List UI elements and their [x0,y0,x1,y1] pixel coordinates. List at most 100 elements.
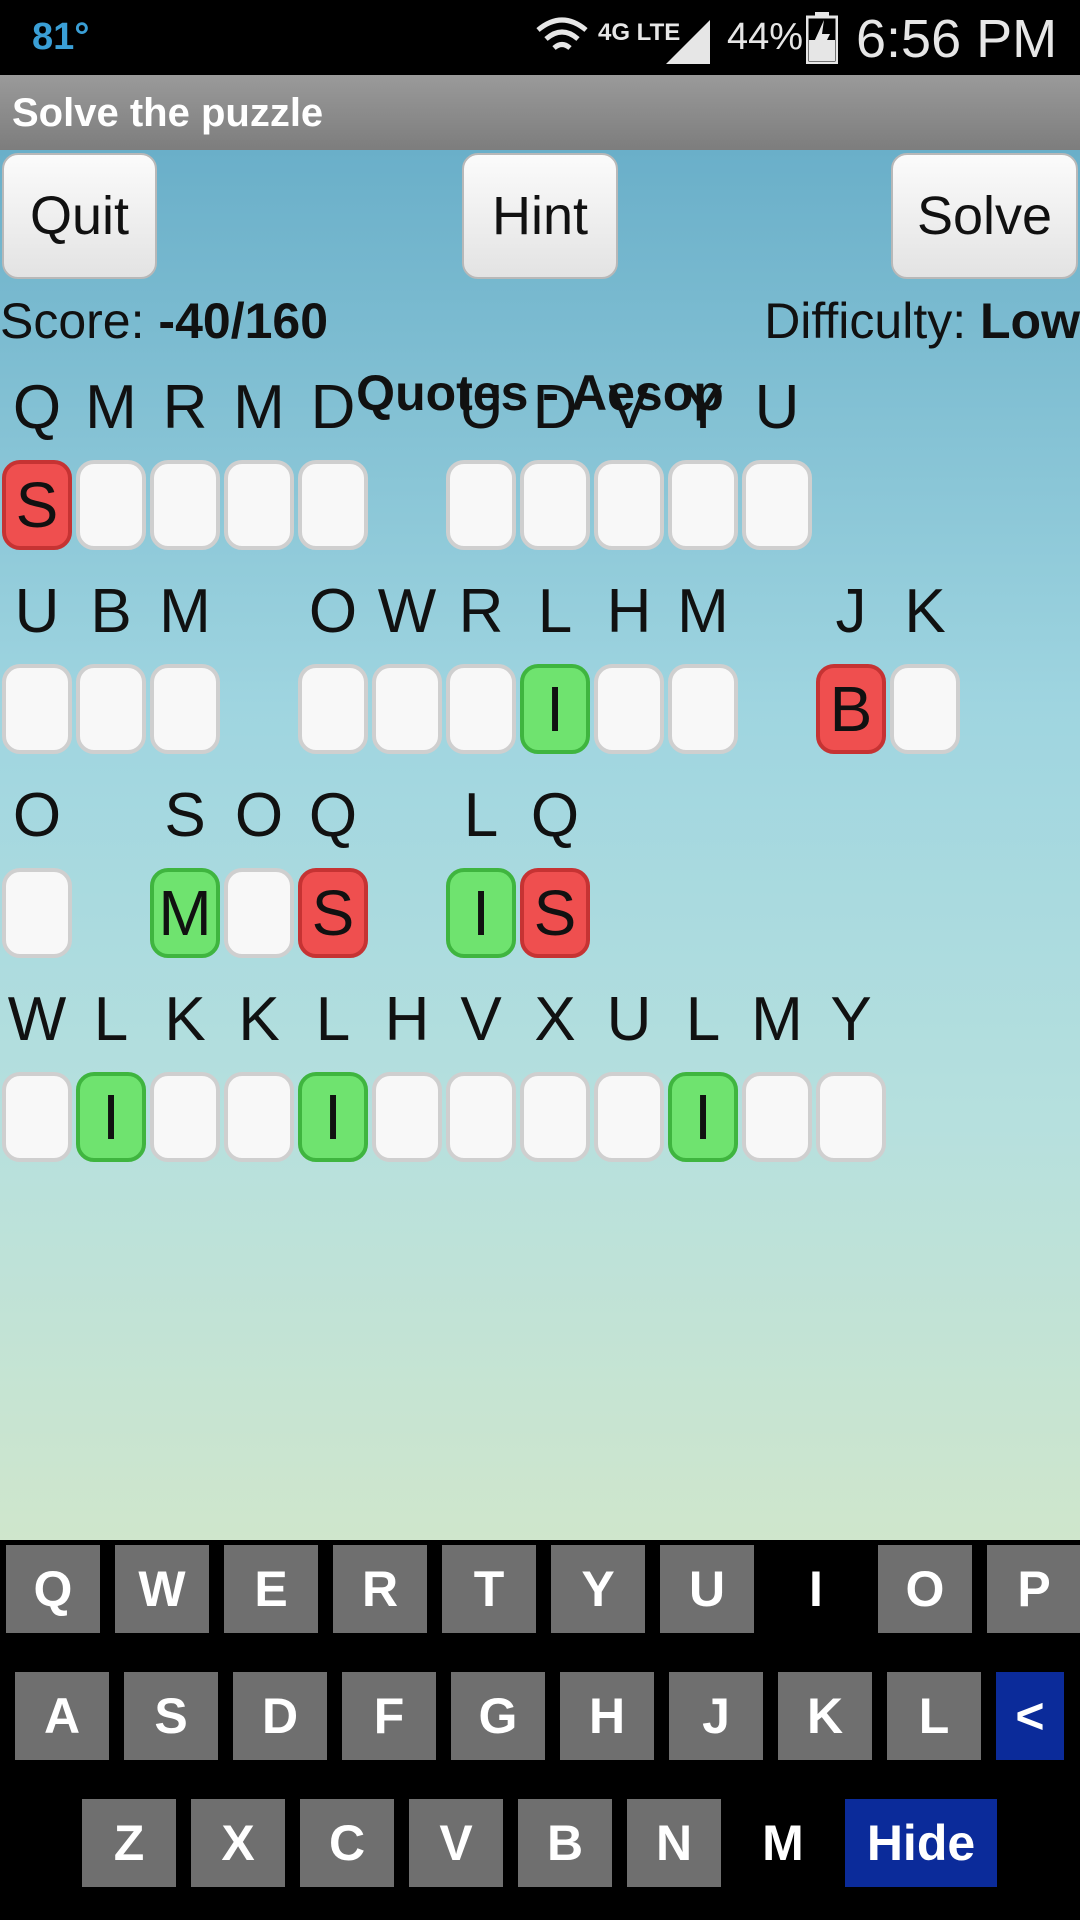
battery-charging-icon [806,12,838,64]
quit-button[interactable]: Quit [2,153,157,279]
answer-tile[interactable] [816,1072,886,1162]
answer-tile[interactable] [372,1072,442,1162]
answer-tile[interactable]: I [446,868,516,958]
key-m[interactable]: M [736,1799,830,1887]
answer-tile[interactable] [76,460,146,550]
cipher-letter: D [310,373,356,442]
score-label: Score: [0,293,145,349]
battery-percent: 44% [727,16,804,58]
cipher-letter: L [537,577,573,646]
key-u[interactable]: U [660,1545,754,1633]
hint-button[interactable]: Hint [462,153,618,279]
cipher-letter: M [751,985,803,1054]
answer-tile[interactable]: S [298,868,368,958]
answer-tile[interactable] [890,664,960,754]
cipher-letter: O [234,781,284,850]
cipher-letter: M [233,373,285,442]
key-n[interactable]: N [627,1799,721,1887]
answer-tile[interactable] [446,664,516,754]
wifi-icon [536,17,588,50]
cipher-letter: L [315,985,351,1054]
answer-tile[interactable] [298,664,368,754]
cipher-letter: L [685,985,721,1054]
cipher-letter: V [608,373,650,442]
hide-keyboard-key[interactable]: Hide [845,1799,997,1887]
answer-tile[interactable] [742,460,812,550]
answer-tile[interactable] [520,460,590,550]
answer-tile[interactable] [372,664,442,754]
key-s[interactable]: S [124,1672,218,1760]
key-e[interactable]: E [224,1545,318,1633]
answer-tile[interactable] [298,460,368,550]
key-w[interactable]: W [115,1545,209,1633]
answer-tile[interactable] [150,664,220,754]
answer-tile[interactable] [446,460,516,550]
answer-tile[interactable]: S [2,460,72,550]
answer-tile[interactable] [668,664,738,754]
key-z[interactable]: Z [82,1799,176,1887]
answer-tile[interactable] [224,1072,294,1162]
answer-tile[interactable]: I [298,1072,368,1162]
answer-tile[interactable] [594,460,664,550]
answer-tile[interactable] [150,460,220,550]
cipher-letter: M [677,577,729,646]
key-r[interactable]: R [333,1545,427,1633]
answer-tile[interactable] [594,1072,664,1162]
letter-keyboard: Q W E R T Y U I O P A S D F G H J K L < Z X C V B N M Hide [0,1540,1080,1920]
temperature-indicator: 81° [32,16,90,58]
cipher-letter: W [377,577,437,646]
answer-tile[interactable] [150,1072,220,1162]
key-v[interactable]: V [409,1799,503,1887]
key-p[interactable]: P [987,1545,1080,1633]
key-q[interactable]: Q [6,1545,100,1633]
backspace-key[interactable]: < [996,1672,1064,1760]
answer-tile[interactable] [224,460,294,550]
cipher-letter: V [460,985,502,1054]
key-y[interactable]: Y [551,1545,645,1633]
network-type: 4G LTE [598,19,680,46]
answer-tile[interactable]: S [520,868,590,958]
answer-tile[interactable]: I [668,1072,738,1162]
answer-tile[interactable] [520,1072,590,1162]
cipher-letter: S [164,781,206,850]
key-t[interactable]: T [442,1545,536,1633]
solve-button[interactable]: Solve [891,153,1078,279]
answer-tile[interactable] [2,1072,72,1162]
answer-tile[interactable]: B [816,664,886,754]
key-h[interactable]: H [560,1672,654,1760]
cipher-letter: M [85,373,137,442]
cipher-letter: B [90,577,132,646]
key-b[interactable]: B [518,1799,612,1887]
key-k[interactable]: K [778,1672,872,1760]
key-j[interactable]: J [669,1672,763,1760]
key-a[interactable]: A [15,1672,109,1760]
cipher-letter: D [532,373,578,442]
key-l[interactable]: L [887,1672,981,1760]
key-f[interactable]: F [342,1672,436,1760]
key-x[interactable]: X [191,1799,285,1887]
answer-tile[interactable] [446,1072,516,1162]
answer-tile[interactable] [2,664,72,754]
key-d[interactable]: D [233,1672,327,1760]
answer-tile[interactable] [668,460,738,550]
key-i[interactable]: I [769,1545,863,1633]
answer-tile[interactable] [742,1072,812,1162]
key-o[interactable]: O [878,1545,972,1633]
answer-tile[interactable]: M [150,868,220,958]
answer-tile[interactable] [2,868,72,958]
answer-tile[interactable] [76,664,146,754]
key-c[interactable]: C [300,1799,394,1887]
cipher-letter: U [14,577,60,646]
difficulty: Difficulty: Low [764,292,1080,350]
cipher-letter: R [162,373,208,442]
key-g[interactable]: G [451,1672,545,1760]
signal-icons: 4G LTE [536,17,710,64]
cipher-letter: Q [308,781,358,850]
answer-tile[interactable]: I [76,1072,146,1162]
answer-tile[interactable] [594,664,664,754]
score: Score: -40/160 [0,292,328,350]
answer-tile[interactable]: I [520,664,590,754]
difficulty-value: Low [980,293,1080,349]
answer-tile[interactable] [224,868,294,958]
cipher-letter: L [463,781,499,850]
